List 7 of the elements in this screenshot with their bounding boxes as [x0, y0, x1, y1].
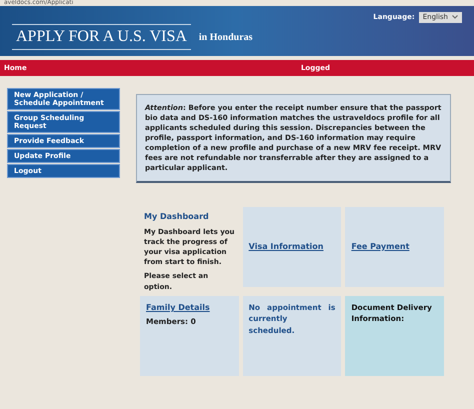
site-subtitle: in Honduras [198, 30, 253, 44]
tile-link[interactable]: Visa Information [248, 241, 336, 253]
tile-link[interactable]: Family Details [146, 302, 233, 314]
site-title: APPLY FOR A U.S. VISA [12, 24, 191, 50]
dashboard-title: My Dashboard [144, 211, 210, 223]
tile-link[interactable]: Fee Payment [351, 241, 438, 253]
caret-icon [452, 15, 458, 20]
